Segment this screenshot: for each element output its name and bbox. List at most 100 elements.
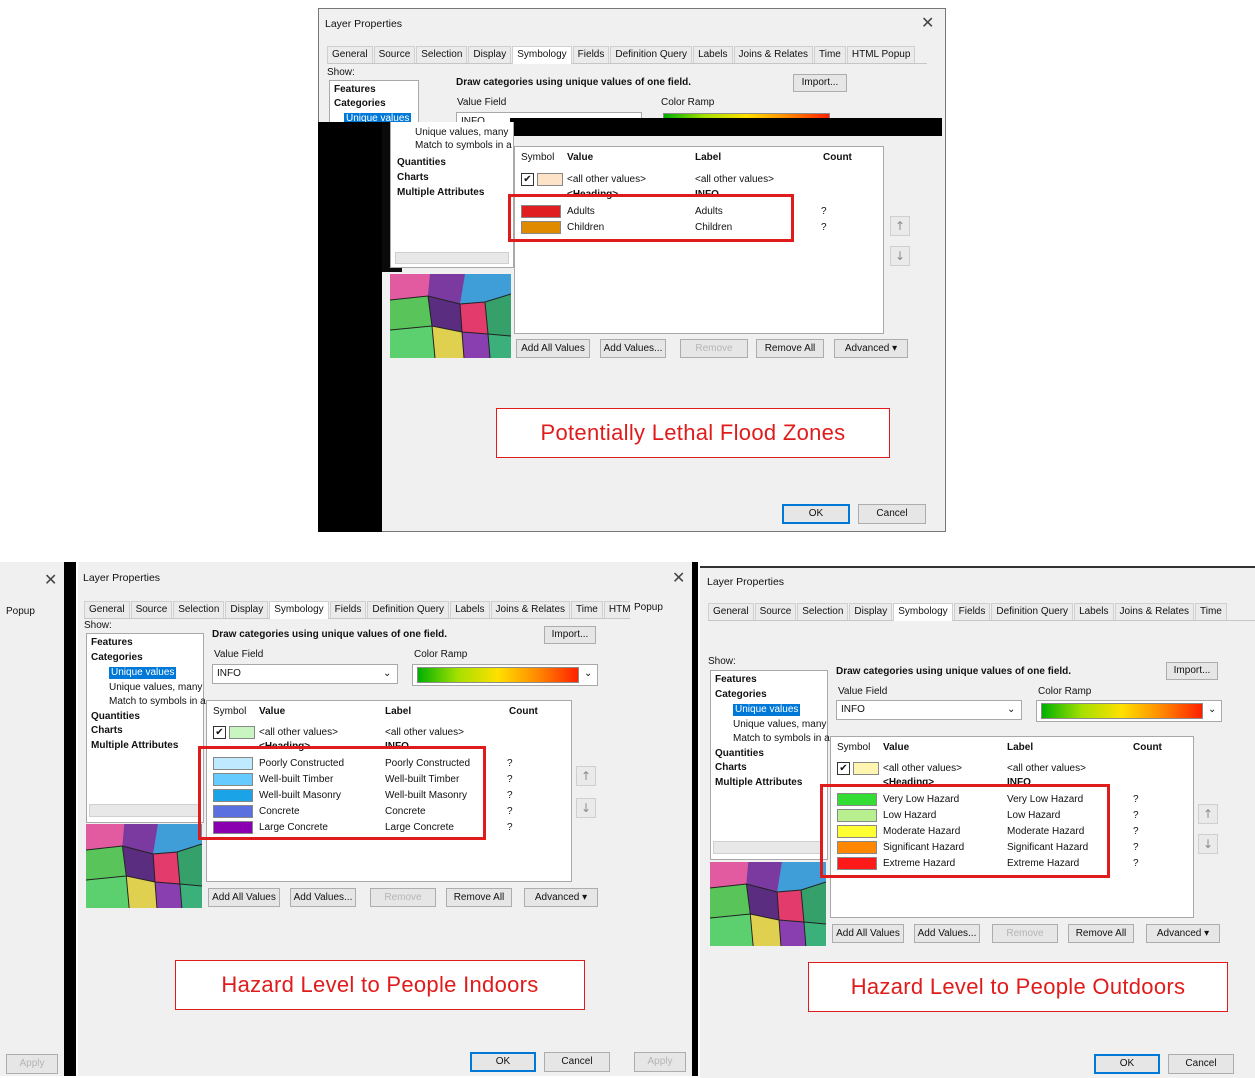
tab-fields[interactable]: Fields (572, 46, 610, 63)
ok-button[interactable]: OK (470, 1052, 536, 1072)
tab-joins-relates[interactable]: Joins & Relates (1114, 603, 1195, 620)
tab-symbology[interactable]: Symbology (269, 601, 329, 619)
import-button[interactable]: Import... (544, 626, 596, 644)
cancel-button[interactable]: Cancel (544, 1052, 610, 1072)
advanced-button[interactable]: Advanced ▾ (524, 888, 598, 907)
ok-button[interactable]: OK (782, 504, 850, 524)
tab-time[interactable]: Time (571, 601, 603, 618)
move-up-icon[interactable]: ↑ (576, 766, 596, 786)
tab-source[interactable]: Source (373, 46, 416, 63)
chevron-down-icon[interactable]: ⌄ (1208, 704, 1216, 716)
move-up-icon[interactable]: ↑ (1198, 804, 1218, 824)
all-other-checkbox[interactable]: ✔ (521, 173, 534, 186)
tree-match-to-symbols[interactable]: Match to symbols in a (109, 696, 206, 708)
col-count[interactable]: Count (1133, 742, 1162, 754)
add-values-button[interactable]: Add Values... (290, 888, 356, 907)
col-count[interactable]: Count (823, 152, 852, 163)
cancel-button[interactable]: Cancel (858, 504, 926, 524)
col-label[interactable]: Label (1007, 742, 1033, 754)
cancel-button[interactable]: Cancel (1168, 1054, 1234, 1074)
all-other-swatch[interactable] (853, 762, 879, 775)
col-symbol[interactable]: Symbol (213, 706, 246, 718)
all-other-swatch[interactable] (537, 173, 563, 186)
tab-time[interactable]: Time (814, 46, 846, 63)
tab-symbology[interactable]: Symbology (512, 46, 572, 64)
move-down-icon[interactable]: ↓ (890, 246, 910, 266)
col-count[interactable]: Count (509, 706, 538, 718)
tab-definition-query[interactable]: Definition Query (610, 46, 693, 63)
tree-scrollbar[interactable] (395, 252, 509, 264)
close-icon[interactable]: ✕ (921, 13, 934, 32)
remove-all-button[interactable]: Remove All (756, 339, 824, 358)
tab-fields[interactable]: Fields (329, 601, 367, 618)
remove-button[interactable]: Remove (680, 339, 748, 358)
tab-general[interactable]: General (84, 601, 130, 618)
tree-categories[interactable]: Categories (91, 652, 143, 664)
all-other-checkbox[interactable]: ✔ (213, 726, 226, 739)
add-all-values-button[interactable]: Add All Values (516, 339, 590, 358)
move-down-icon[interactable]: ↓ (1198, 834, 1218, 854)
move-up-icon[interactable]: ↑ (890, 216, 910, 236)
col-symbol[interactable]: Symbol (521, 152, 554, 163)
col-value[interactable]: Value (259, 706, 285, 718)
tab-popup-fragment[interactable]: Popup (634, 602, 663, 614)
tab-symbology[interactable]: Symbology (893, 603, 953, 621)
remove-button[interactable]: Remove (992, 924, 1058, 943)
tree-charts[interactable]: Charts (91, 725, 123, 737)
tree-scrollbar[interactable] (89, 804, 199, 817)
advanced-button[interactable]: Advanced ▾ (834, 339, 908, 358)
tree-unique-values-many[interactable]: Unique values, many (415, 127, 508, 139)
col-symbol[interactable]: Symbol (837, 742, 870, 754)
tab-selection[interactable]: Selection (797, 603, 849, 620)
tab-fields[interactable]: Fields (953, 603, 991, 620)
tree-categories[interactable]: Categories (715, 689, 767, 701)
add-all-values-button[interactable]: Add All Values (208, 888, 280, 907)
tree-features[interactable]: Features (715, 674, 757, 686)
move-down-icon[interactable]: ↓ (576, 798, 596, 818)
tree-unique-values[interactable]: Unique values (733, 704, 801, 716)
import-button[interactable]: Import... (1166, 662, 1218, 680)
tab-labels[interactable]: Labels (693, 46, 733, 63)
value-field-select[interactable]: INFO (212, 664, 398, 684)
tab-display[interactable]: Display (849, 603, 893, 620)
close-icon[interactable]: ✕ (672, 568, 685, 587)
tree-categories[interactable]: Categories (334, 98, 386, 110)
ok-button[interactable]: OK (1094, 1054, 1160, 1074)
tab-source[interactable]: Source (130, 601, 173, 618)
tree-charts[interactable]: Charts (715, 762, 747, 774)
tree-features[interactable]: Features (334, 84, 376, 96)
remove-all-button[interactable]: Remove All (1068, 924, 1134, 943)
remove-all-button[interactable]: Remove All (446, 888, 512, 907)
col-value[interactable]: Value (883, 742, 909, 754)
value-field-select[interactable]: INFO (836, 700, 1022, 720)
tab-selection[interactable]: Selection (416, 46, 468, 63)
tab-joins-relates[interactable]: Joins & Relates (490, 601, 571, 618)
tree-unique-values-many[interactable]: Unique values, many (733, 719, 826, 731)
tree-charts[interactable]: Charts (397, 172, 429, 184)
tree-quantities[interactable]: Quantities (715, 748, 764, 760)
remove-button[interactable]: Remove (370, 888, 436, 907)
col-label[interactable]: Label (385, 706, 411, 718)
tree-scrollbar[interactable] (713, 841, 823, 854)
tab-joins-relates[interactable]: Joins & Relates (733, 46, 814, 63)
chevron-down-icon[interactable]: ⌄ (1007, 704, 1015, 716)
tree-features[interactable]: Features (91, 637, 133, 649)
tab-general[interactable]: General (708, 603, 754, 620)
tab-html-popup[interactable]: HTML Popup (846, 46, 916, 63)
close-icon[interactable]: ✕ (44, 570, 57, 589)
add-all-values-button[interactable]: Add All Values (832, 924, 904, 943)
tab-source[interactable]: Source (754, 603, 797, 620)
tab-display[interactable]: Display (468, 46, 512, 63)
tab-display[interactable]: Display (225, 601, 269, 618)
tree-unique-values-many[interactable]: Unique values, many (109, 682, 202, 694)
tab-popup-fragment[interactable]: Popup (6, 606, 35, 618)
tree-multiple-attributes[interactable]: Multiple Attributes (91, 740, 178, 752)
tab-labels[interactable]: Labels (450, 601, 490, 618)
tab-selection[interactable]: Selection (173, 601, 225, 618)
apply-button[interactable]: Apply (634, 1052, 686, 1072)
chevron-down-icon[interactable]: ⌄ (584, 668, 592, 680)
tree-multiple-attributes[interactable]: Multiple Attributes (397, 187, 484, 199)
add-values-button[interactable]: Add Values... (600, 339, 666, 358)
col-label[interactable]: Label (695, 152, 721, 163)
col-value[interactable]: Value (567, 152, 593, 163)
